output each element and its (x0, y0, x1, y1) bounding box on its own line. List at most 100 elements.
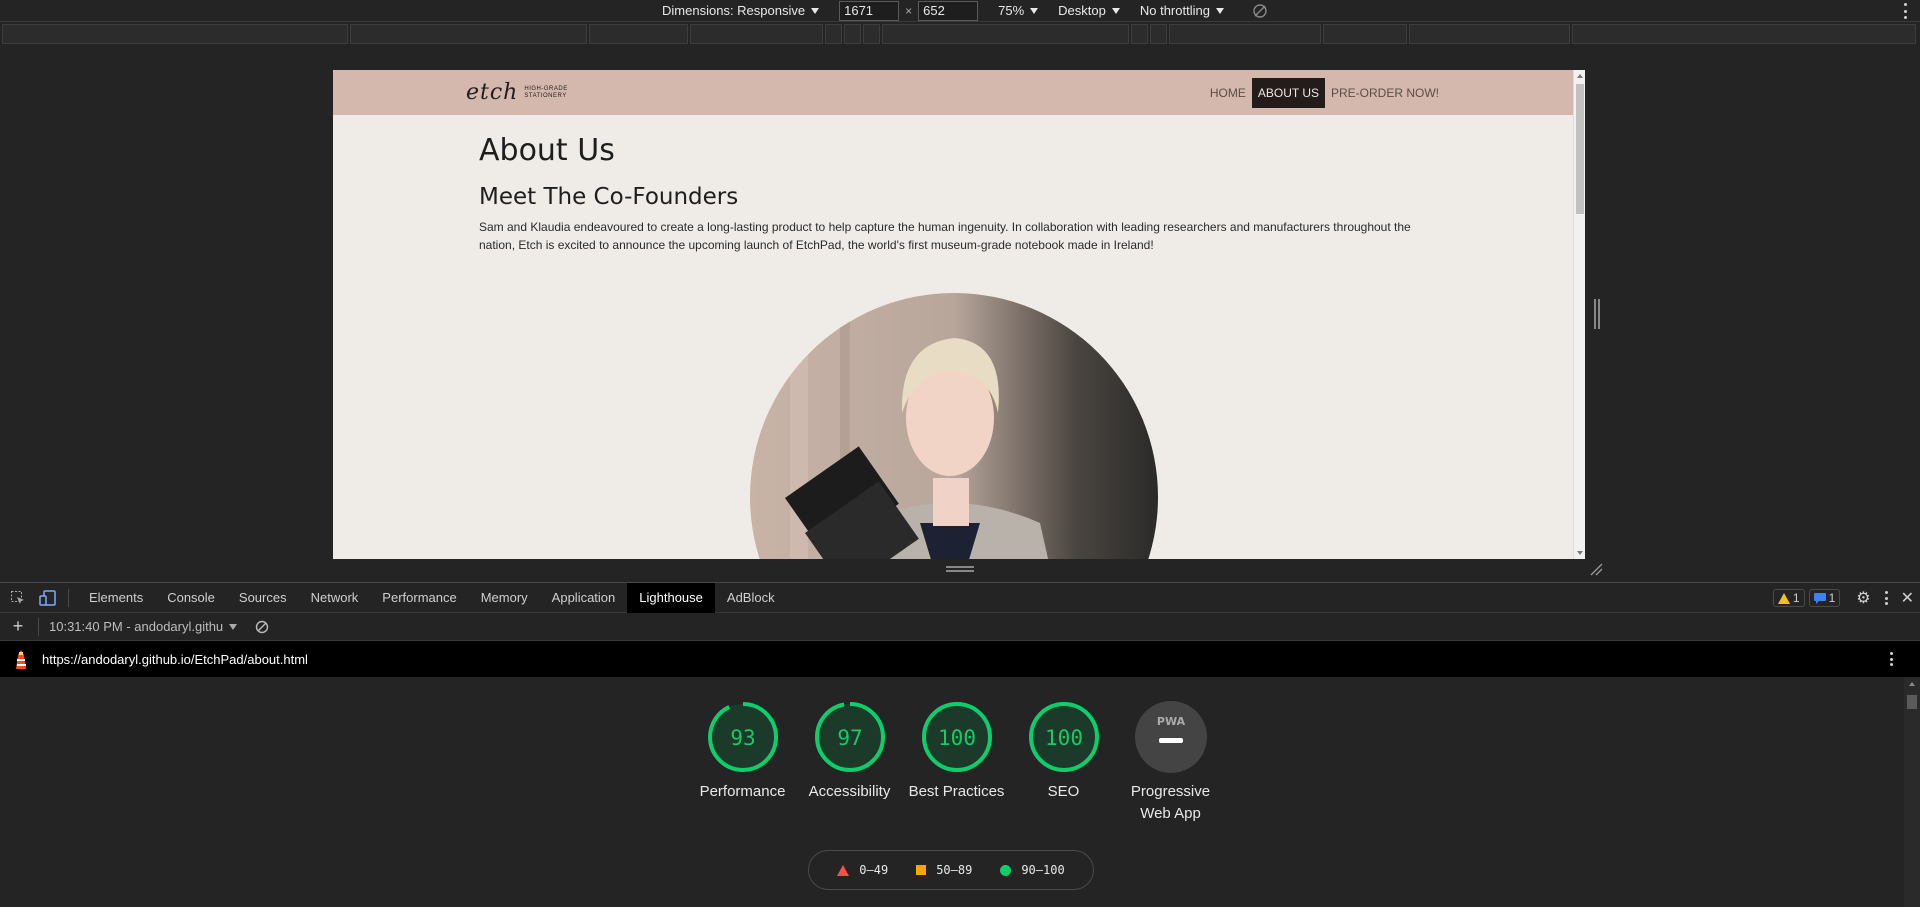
clear-reports-icon[interactable] (255, 620, 269, 634)
tab-elements[interactable]: Elements (77, 583, 155, 613)
scroll-down-icon[interactable] (1577, 551, 1583, 555)
messages-count: 1 (1828, 591, 1836, 605)
gauge-label: Accessibility (808, 783, 891, 800)
legend-fail: 0–49 (837, 863, 888, 877)
tab-console[interactable]: Console (155, 583, 227, 613)
media-segment[interactable] (349, 24, 587, 44)
throttling-label: No throttling (1139, 3, 1210, 18)
device-type-label: Desktop (1058, 3, 1106, 18)
toolbar-separator (38, 617, 39, 636)
score-ring: 100 (1028, 702, 1099, 772)
media-segment[interactable] (824, 24, 842, 44)
pwa-badge-text: PWA (1156, 715, 1185, 728)
lighthouse-toolbar: + 10:31:40 PM - andodaryl.githu (0, 613, 1920, 641)
gauge-label: SEO (1047, 783, 1080, 800)
viewport-scrollbar[interactable] (1573, 70, 1585, 559)
intro-paragraph: Sam and Klaudia endeavoured to create a … (479, 220, 1411, 252)
tab-memory[interactable]: Memory (469, 583, 540, 613)
report-scrollbar[interactable] (1904, 677, 1920, 907)
scroll-up-icon[interactable] (1577, 74, 1583, 78)
report-selector[interactable]: 10:31:40 PM - andodaryl.githu (49, 619, 223, 634)
nav-link-home[interactable]: HOME (1204, 78, 1252, 108)
tab-sources[interactable]: Sources (227, 583, 299, 613)
tab-network[interactable]: Network (299, 583, 371, 613)
tab-lighthouse[interactable]: Lighthouse (627, 582, 715, 613)
resize-handle-bottom[interactable] (946, 566, 974, 572)
pass-circle-icon (1000, 864, 1012, 876)
scroll-thumb[interactable] (1576, 84, 1584, 214)
caret-down-icon (1215, 7, 1224, 14)
dimensions-dropdown[interactable]: Dimensions: Responsive (662, 3, 820, 18)
founder-photo (750, 293, 1158, 559)
logo-script: etch (466, 80, 519, 105)
resize-handle-right[interactable] (1594, 299, 1600, 329)
average-square-icon (916, 865, 927, 875)
media-segment[interactable] (863, 24, 881, 44)
report-menu-icon[interactable] (1890, 652, 1894, 666)
close-icon[interactable]: ✕ (1901, 588, 1914, 608)
more-options-icon[interactable] (1884, 591, 1889, 605)
media-segment[interactable] (689, 24, 823, 44)
legend-range: 0–49 (859, 863, 889, 877)
logo-tagline: HIGH-GRADE STATIONERY (524, 86, 567, 100)
caret-down-icon[interactable] (229, 623, 238, 630)
new-report-icon[interactable]: + (8, 616, 28, 637)
tab-separator (68, 588, 69, 607)
score-value: 97 (837, 726, 862, 750)
devtools-tabbar: Elements Console Sources Network Perform… (0, 582, 1920, 613)
caret-down-icon (1111, 7, 1120, 14)
media-segment[interactable] (588, 24, 688, 44)
nav-link-about[interactable]: ABOUT US (1251, 77, 1325, 108)
gauge-seo[interactable]: 100 SEO (1010, 701, 1117, 825)
tab-adblock[interactable]: AdBlock (715, 583, 787, 613)
device-toggle-icon[interactable] (36, 586, 60, 610)
media-segment[interactable] (843, 24, 861, 44)
legend-average: 50–89 (916, 863, 972, 877)
throttling-dropdown[interactable]: No throttling (1140, 3, 1224, 18)
nav-link-preorder[interactable]: PRE-ORDER NOW! (1325, 78, 1445, 108)
gauge-label: Progressive Web App (1130, 783, 1211, 822)
width-input[interactable] (839, 0, 900, 21)
messages-badge[interactable]: 1 (1808, 589, 1841, 607)
rotate-icon[interactable] (1252, 3, 1268, 19)
report-url[interactable]: https://andodaryl.github.io/EtchPad/abou… (42, 652, 308, 667)
warning-icon (1777, 592, 1790, 604)
site-logo[interactable]: etch HIGH-GRADE STATIONERY (466, 80, 568, 105)
pwa-badge-icon: PWA (1134, 701, 1207, 773)
height-input[interactable] (918, 0, 979, 21)
caret-down-icon (811, 7, 820, 14)
logo-tagline-line2: STATIONERY (524, 92, 567, 99)
media-segment[interactable] (1150, 24, 1168, 44)
legend-range: 90–100 (1021, 863, 1065, 877)
more-options-icon[interactable] (1904, 3, 1908, 19)
lighthouse-report: 93 Performance 97 Accessibility 100 Best… (0, 677, 1920, 907)
gauge-best-practices[interactable]: 100 Best Practices (903, 701, 1010, 825)
scroll-thumb[interactable] (1907, 695, 1917, 709)
gauge-accessibility[interactable]: 97 Accessibility (796, 701, 903, 825)
tab-application[interactable]: Application (540, 583, 628, 613)
media-segment[interactable] (1323, 24, 1407, 44)
media-segment[interactable] (1131, 24, 1149, 44)
inspect-element-icon[interactable] (6, 586, 30, 610)
device-toolbar: Dimensions: Responsive × 75% Desktop No … (0, 0, 1920, 22)
fail-triangle-icon (837, 864, 850, 876)
gauge-label: Performance (699, 783, 786, 800)
device-type-dropdown[interactable]: Desktop (1058, 3, 1120, 18)
page-title: About Us (479, 133, 615, 168)
media-segment[interactable] (1572, 24, 1916, 44)
media-segment[interactable] (1169, 24, 1322, 44)
scroll-up-icon[interactable] (1909, 682, 1915, 686)
zoom-dropdown[interactable]: 75% (998, 3, 1039, 18)
warnings-badge[interactable]: 1 (1772, 589, 1805, 607)
settings-gear-icon[interactable]: ⚙ (1856, 588, 1870, 608)
media-segment[interactable] (1408, 24, 1571, 44)
tab-performance[interactable]: Performance (370, 583, 468, 613)
gauge-performance[interactable]: 93 Performance (689, 701, 796, 825)
gauge-pwa[interactable]: PWA Progressive Web App (1117, 701, 1224, 825)
score-value: 100 (938, 726, 976, 750)
media-segment[interactable] (2, 24, 348, 44)
dimensions-label: Dimensions: Responsive (662, 3, 806, 18)
zoom-label: 75% (998, 3, 1025, 18)
resize-corner-icon[interactable] (1589, 562, 1603, 576)
media-segment[interactable] (882, 24, 1130, 44)
